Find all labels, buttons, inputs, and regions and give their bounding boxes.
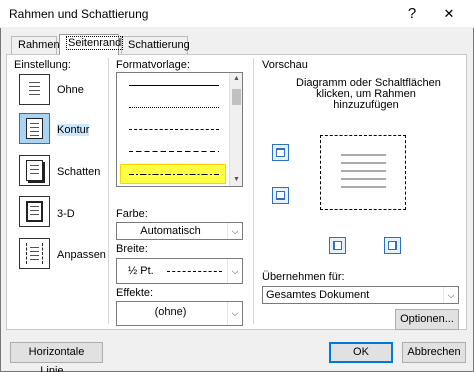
chevron-down-icon[interactable]: ⌵ <box>227 302 242 325</box>
window-title: Rahmen und Schattierung <box>9 7 149 21</box>
preview-heading: Vorschau <box>262 59 308 71</box>
tab-rahmen[interactable]: Rahmen <box>11 36 60 54</box>
options-button[interactable]: Optionen... <box>395 309 459 330</box>
preview-page[interactable] <box>320 135 406 210</box>
color-label: Farbe: <box>116 208 148 220</box>
border-bottom-icon <box>276 191 285 200</box>
style-heading: Formatvorlage: <box>116 59 190 71</box>
style-list[interactable]: ▲ ▼ <box>116 72 243 187</box>
apply-to-label: Übernehmen für: <box>262 271 345 283</box>
settings-none-label[interactable]: Ohne <box>57 84 84 96</box>
help-icon[interactable]: ? <box>400 2 424 26</box>
apply-to-select[interactable]: Gesamtes Dokument ⌵ <box>262 286 459 304</box>
border-right-icon <box>388 241 397 250</box>
border-top-button[interactable] <box>272 144 289 161</box>
settings-none-icon[interactable] <box>19 74 50 105</box>
divider <box>108 58 109 324</box>
settings-3d-label[interactable]: 3-D <box>57 208 75 220</box>
settings-heading: Einstellung: <box>14 59 71 71</box>
preview-text-line <box>341 178 386 182</box>
style-list-scrollbar[interactable]: ▲ ▼ <box>229 73 242 186</box>
settings-custom-icon[interactable] <box>19 238 50 269</box>
width-value: ½ Pt. <box>128 265 154 277</box>
divider <box>253 58 254 324</box>
scroll-down-icon[interactable]: ▼ <box>230 174 243 186</box>
tab-schattierung-label: Schattierung <box>128 39 190 51</box>
horizontal-line-button[interactable]: Horizontale Linie... <box>10 342 103 372</box>
tab-schattierung[interactable]: Schattierung <box>121 36 190 54</box>
settings-box-icon[interactable] <box>19 113 50 144</box>
settings-3d-icon[interactable] <box>19 196 50 227</box>
preview-text-line <box>341 170 386 174</box>
border-left-icon <box>333 241 342 250</box>
tab-rahmen-label: Rahmen <box>18 39 60 51</box>
border-bottom-button[interactable] <box>272 187 289 204</box>
chevron-down-icon[interactable]: ⌵ <box>443 287 458 303</box>
scroll-thumb[interactable] <box>232 89 241 105</box>
preview-text-line <box>341 154 386 158</box>
close-icon[interactable]: ✕ <box>437 2 461 26</box>
ok-button[interactable]: OK <box>329 342 393 363</box>
preview-text-line <box>341 162 386 166</box>
tab-seitenrand[interactable]: Seitenrand <box>59 34 124 55</box>
settings-custom-label[interactable]: Anpassen <box>57 249 106 261</box>
effects-value: (ohne) <box>154 306 187 318</box>
style-item-dash-dot[interactable] <box>120 164 226 184</box>
preview-text-line <box>341 186 386 190</box>
chevron-down-icon[interactable]: ⌵ <box>227 223 242 239</box>
preview-hint-3: hinzuzufügen <box>333 99 399 111</box>
border-top-icon <box>276 148 285 157</box>
cancel-button[interactable]: Abbrechen <box>402 342 466 363</box>
settings-shadow-label[interactable]: Schatten <box>57 166 100 178</box>
chevron-down-icon[interactable]: ⌵ <box>227 259 242 283</box>
color-select[interactable]: Automatisch ⌵ <box>116 222 243 240</box>
settings-box-label[interactable]: Kontur <box>57 124 90 136</box>
title-bar: Rahmen und Schattierung ? ✕ <box>0 0 474 28</box>
width-line-sample <box>167 271 222 272</box>
width-select[interactable]: ½ Pt. ⌵ <box>116 258 243 284</box>
border-right-button[interactable] <box>384 237 401 254</box>
style-item-solid[interactable] <box>121 76 225 94</box>
scroll-up-icon[interactable]: ▲ <box>230 73 243 85</box>
border-left-button[interactable] <box>329 237 346 254</box>
settings-shadow-icon[interactable] <box>19 155 50 186</box>
effects-label: Effekte: <box>116 287 154 299</box>
effects-select[interactable]: (ohne) ⌵ <box>116 301 243 326</box>
width-label: Breite: <box>116 243 148 255</box>
color-value: Automatisch <box>140 225 201 237</box>
style-item-dashed-small[interactable] <box>121 120 225 138</box>
style-item-dashed[interactable] <box>121 142 225 160</box>
style-item-dotted[interactable] <box>121 98 225 116</box>
apply-to-value: Gesamtes Dokument <box>266 289 370 301</box>
tab-seitenrand-label: Seitenrand <box>66 36 124 50</box>
